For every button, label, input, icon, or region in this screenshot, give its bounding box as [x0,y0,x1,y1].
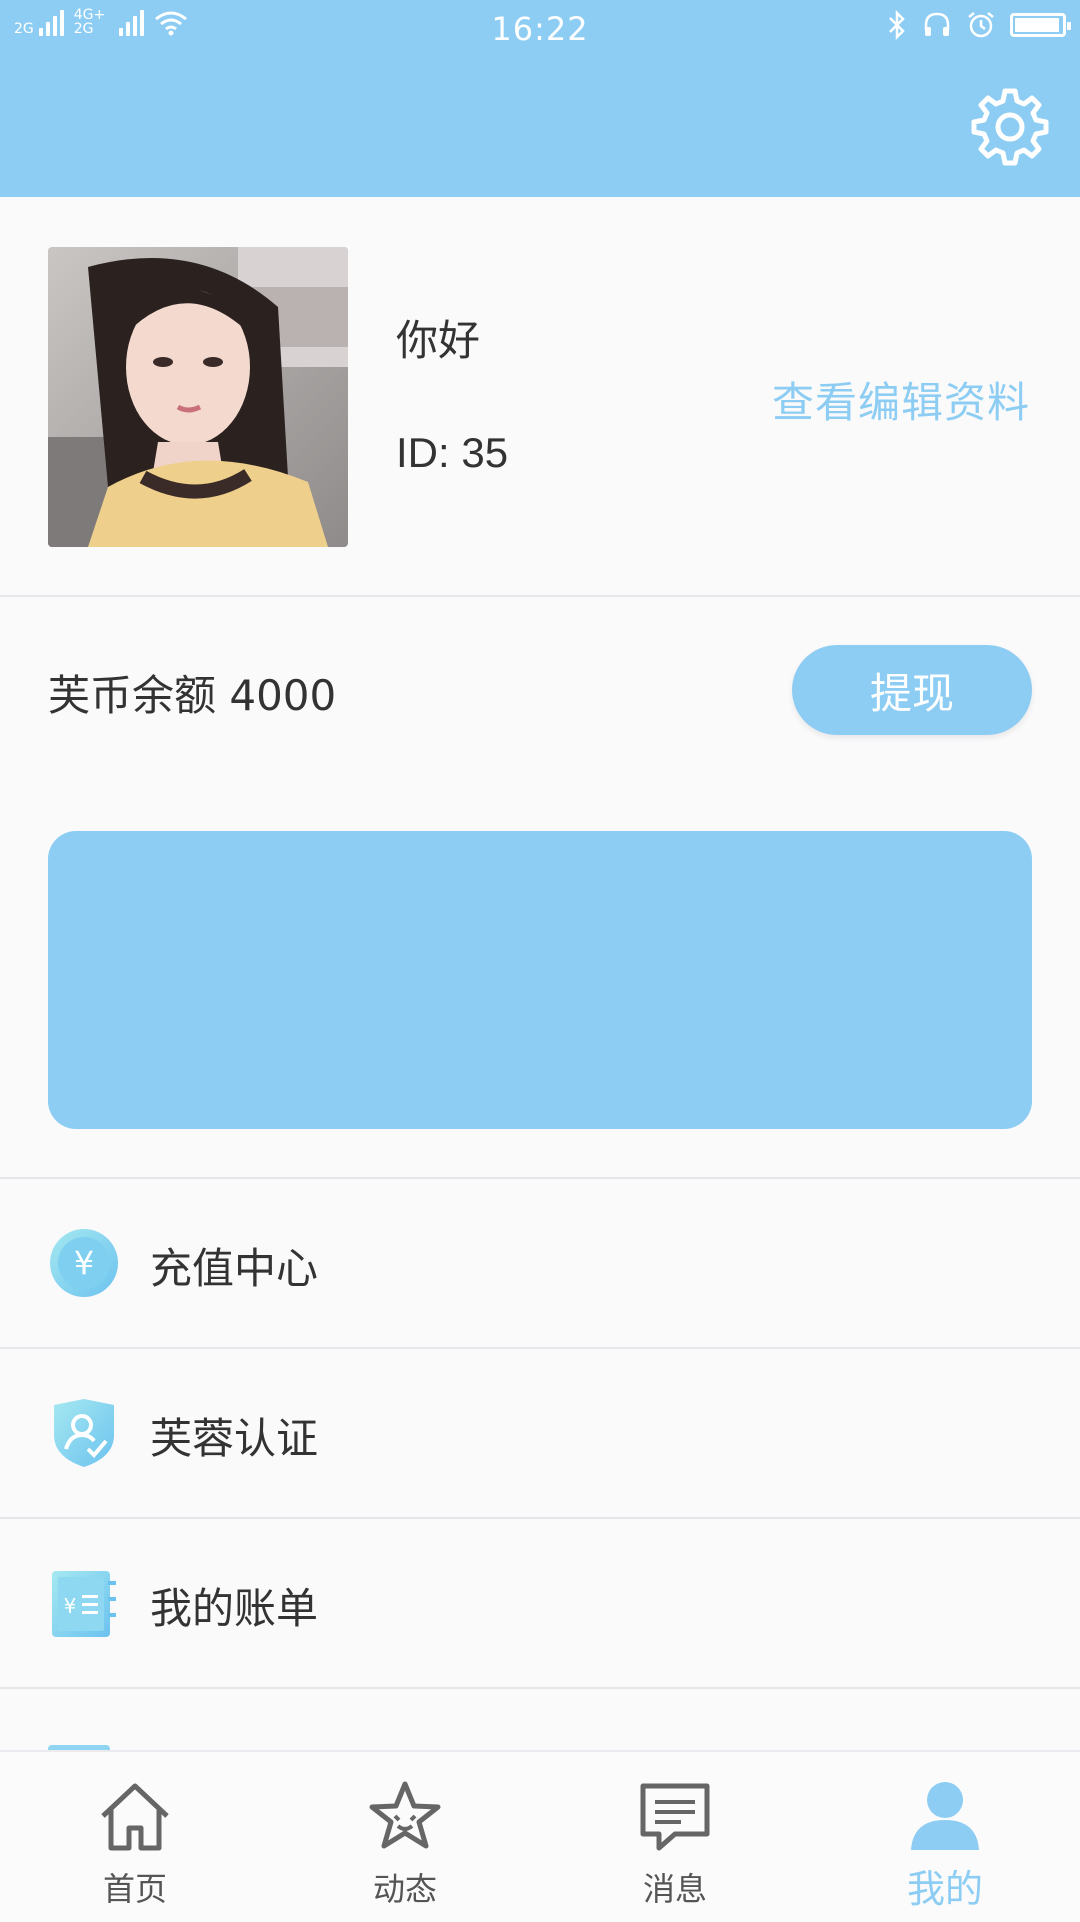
tab-home[interactable]: 首页 [0,1752,270,1922]
tab-label: 首页 [102,1870,167,1908]
coin-yuan-icon: ¥ [50,1229,118,1297]
battery-level-fill [1015,18,1059,32]
nickname: 你好 [396,316,481,365]
menu-list: ¥ 充值中心 芙蓉认证 ¥ 我的账单 [0,1179,1080,1765]
withdraw-button[interactable]: 提现 [792,645,1032,735]
avatar[interactable] [48,247,348,547]
bottom-tab-bar: 首页 动态 消息 我的 [0,1750,1080,1922]
menu-item-recharge-center[interactable]: ¥ 充值中心 [0,1179,1080,1349]
battery-icon [1010,13,1071,37]
balance-section: 芙币余额 4000 提现 [0,597,1080,1179]
header-bar: 2G 4G+ 2G 16:22 [0,0,1080,197]
star-face-icon [369,1781,441,1849]
tab-label: 我的 [906,1867,983,1911]
status-bar: 2G 4G+ 2G 16:22 [0,0,1080,60]
menu-item-label: 芙蓉认证 [150,1414,319,1463]
tab-label: 动态 [372,1870,437,1908]
headset-icon [924,12,950,36]
menu-item-partial [0,1689,1080,1765]
avatar-photo [48,247,348,547]
tab-label: 消息 [642,1870,707,1908]
menu-item-label: 充值中心 [150,1244,319,1293]
user-id: ID: 35 [396,429,509,476]
tab-mine[interactable]: 我的 [810,1752,1080,1922]
person-icon [911,1782,979,1850]
tab-moments[interactable]: 动态 [270,1752,540,1922]
menu-item-my-bills[interactable]: ¥ 我的账单 [0,1519,1080,1689]
edit-profile-link[interactable]: 查看编辑资料 [772,369,1030,430]
menu-item-label: 我的账单 [150,1584,319,1633]
promo-banner[interactable] [48,831,1032,1129]
coin-balance: 芙币余额 4000 [48,671,337,720]
system-indicators [886,10,1071,40]
shield-user-icon [54,1399,114,1467]
settings-button[interactable] [968,85,1052,169]
bluetooth-icon [889,10,905,40]
profile-card: 你好 ID: 35 查看编辑资料 [0,197,1080,597]
svg-text:¥: ¥ [74,1244,94,1282]
alarm-icon [968,12,994,38]
tab-messages[interactable]: 消息 [540,1752,810,1922]
svg-text:¥: ¥ [64,1594,77,1618]
home-icon [101,1783,169,1851]
bill-book-icon: ¥ [52,1571,116,1637]
menu-item-verification[interactable]: 芙蓉认证 [0,1349,1080,1519]
message-icon [640,1783,710,1851]
gear-icon [971,88,1049,166]
